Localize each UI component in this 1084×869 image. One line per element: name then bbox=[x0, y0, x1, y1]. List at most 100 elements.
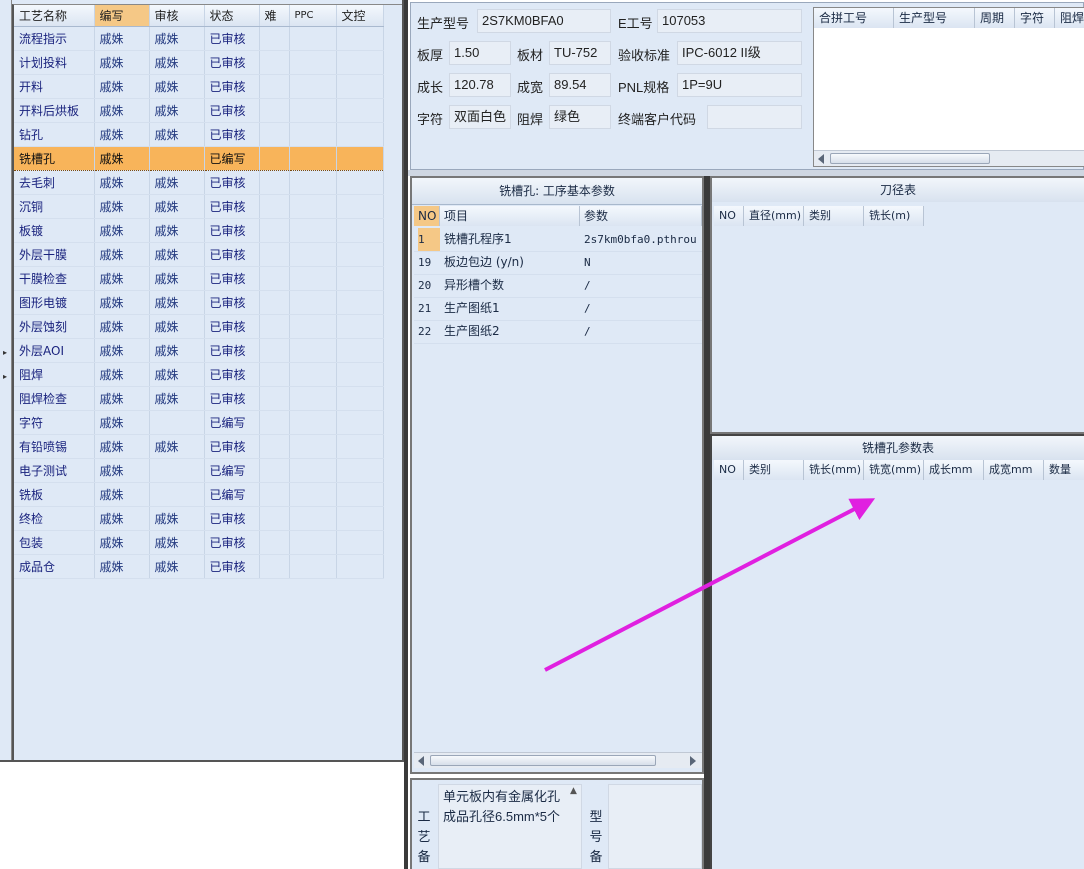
ppc-cell[interactable] bbox=[289, 50, 337, 75]
col-header-status[interactable]: 状态 bbox=[204, 5, 260, 27]
standard-field[interactable]: IPC-6012 II级 bbox=[677, 41, 802, 65]
scroll-up-icon[interactable]: ▲ bbox=[570, 786, 577, 796]
ppc-cell[interactable] bbox=[289, 170, 337, 195]
param-value-cell[interactable]: / bbox=[584, 320, 702, 343]
reviewer-cell[interactable]: 戚姝 bbox=[149, 218, 205, 243]
ppc-cell[interactable] bbox=[289, 458, 337, 483]
process-name-cell[interactable]: 外层蚀刻 bbox=[14, 314, 95, 339]
col-header-reviewer[interactable]: 审核 bbox=[149, 5, 205, 27]
difficulty-cell[interactable] bbox=[259, 554, 290, 579]
doc-control-cell[interactable] bbox=[336, 530, 384, 555]
param-no-cell[interactable]: 19 bbox=[418, 251, 440, 274]
ppc-cell[interactable] bbox=[289, 194, 337, 219]
ppc-cell[interactable] bbox=[289, 434, 337, 459]
process-name-cell[interactable]: 开料 bbox=[14, 74, 95, 99]
ppc-cell[interactable] bbox=[289, 482, 337, 507]
editor-cell[interactable]: 戚姝 bbox=[94, 26, 150, 51]
difficulty-cell[interactable] bbox=[259, 266, 290, 291]
col-header-mill-length[interactable]: 铣长(mm) bbox=[804, 460, 864, 480]
process-name-cell[interactable]: 终检 bbox=[14, 506, 95, 531]
editor-cell[interactable]: 戚姝 bbox=[94, 74, 150, 99]
process-row[interactable]: 包装 戚姝 戚姝 已审核 bbox=[14, 530, 384, 555]
doc-control-cell[interactable] bbox=[336, 338, 384, 363]
param-row[interactable]: 21 生产图纸1 / bbox=[414, 297, 702, 321]
difficulty-cell[interactable] bbox=[259, 98, 290, 123]
editor-cell[interactable]: 戚姝 bbox=[94, 122, 150, 147]
difficulty-cell[interactable] bbox=[259, 362, 290, 387]
status-cell[interactable]: 已审核 bbox=[204, 554, 260, 579]
difficulty-cell[interactable] bbox=[259, 170, 290, 195]
editor-cell[interactable]: 戚姝 bbox=[94, 434, 150, 459]
difficulty-cell[interactable] bbox=[259, 386, 290, 411]
reviewer-cell[interactable]: 戚姝 bbox=[149, 362, 205, 387]
editor-cell[interactable]: 戚姝 bbox=[94, 242, 150, 267]
doc-control-cell[interactable] bbox=[336, 362, 384, 387]
eno-field[interactable]: 107053 bbox=[657, 9, 802, 33]
col-header-value[interactable]: 参数 bbox=[580, 206, 702, 226]
reviewer-cell[interactable]: 戚姝 bbox=[149, 26, 205, 51]
status-cell[interactable]: 已审核 bbox=[204, 434, 260, 459]
status-cell[interactable]: 已审核 bbox=[204, 530, 260, 555]
reviewer-cell[interactable]: 戚姝 bbox=[149, 50, 205, 75]
reviewer-cell[interactable]: 戚姝 bbox=[149, 434, 205, 459]
difficulty-cell[interactable] bbox=[259, 242, 290, 267]
process-row[interactable]: 铣板 戚姝 已编写 bbox=[14, 482, 384, 507]
process-row[interactable]: 外层AOI 戚姝 戚姝 已审核 bbox=[14, 338, 384, 363]
splitter-handle-icon-2[interactable]: ▸ bbox=[3, 372, 7, 381]
process-row[interactable]: 阻焊 戚姝 戚姝 已审核 bbox=[14, 362, 384, 387]
reviewer-cell[interactable]: 戚姝 bbox=[149, 314, 205, 339]
difficulty-cell[interactable] bbox=[259, 50, 290, 75]
process-row[interactable]: 字符 戚姝 已编写 bbox=[14, 410, 384, 435]
ppc-cell[interactable] bbox=[289, 218, 337, 243]
process-row[interactable]: 干膜检查 戚姝 戚姝 已审核 bbox=[14, 266, 384, 291]
param-row[interactable]: 22 生产图纸2 / bbox=[414, 320, 702, 344]
col-header-merge-mask[interactable]: 阻焊 bbox=[1055, 8, 1084, 28]
process-row[interactable]: 图形电镀 戚姝 戚姝 已审核 bbox=[14, 290, 384, 315]
material-field[interactable]: TU-752 bbox=[549, 41, 611, 65]
reviewer-cell[interactable]: 戚姝 bbox=[149, 194, 205, 219]
status-cell[interactable]: 已审核 bbox=[204, 74, 260, 99]
scroll-right-icon[interactable] bbox=[690, 756, 696, 766]
doc-control-cell[interactable] bbox=[336, 314, 384, 339]
process-name-cell[interactable]: 包装 bbox=[14, 530, 95, 555]
doc-control-cell[interactable] bbox=[336, 266, 384, 291]
col-header-merge-job[interactable]: 合拼工号 bbox=[814, 8, 894, 28]
process-name-cell[interactable]: 外层干膜 bbox=[14, 242, 95, 267]
param-item-cell[interactable]: 生产图纸2 bbox=[444, 320, 578, 343]
scroll-left-icon[interactable] bbox=[818, 154, 824, 164]
process-row[interactable]: 外层蚀刻 戚姝 戚姝 已审核 bbox=[14, 314, 384, 339]
merge-job-grid[interactable]: 合拼工号 生产型号 周期 字符 阻焊 bbox=[813, 7, 1084, 167]
reviewer-cell[interactable] bbox=[149, 482, 205, 507]
editor-cell[interactable]: 戚姝 bbox=[94, 530, 150, 555]
ppc-cell[interactable] bbox=[289, 314, 337, 339]
editor-cell[interactable]: 戚姝 bbox=[94, 386, 150, 411]
length-field[interactable]: 120.78 bbox=[449, 73, 511, 97]
doc-control-cell[interactable] bbox=[336, 26, 384, 51]
editor-cell[interactable]: 戚姝 bbox=[94, 50, 150, 75]
param-no-cell[interactable]: 22 bbox=[418, 320, 440, 343]
ppc-cell[interactable] bbox=[289, 122, 337, 147]
width-field[interactable]: 89.54 bbox=[549, 73, 611, 97]
difficulty-cell[interactable] bbox=[259, 146, 290, 171]
status-cell[interactable]: 已审核 bbox=[204, 362, 260, 387]
editor-cell[interactable]: 戚姝 bbox=[94, 314, 150, 339]
process-row[interactable]: 去毛刺 戚姝 戚姝 已审核 bbox=[14, 170, 384, 195]
difficulty-cell[interactable] bbox=[259, 74, 290, 99]
col-header-doc-control[interactable]: 文控 bbox=[336, 5, 384, 27]
doc-control-cell[interactable] bbox=[336, 386, 384, 411]
param-no-cell[interactable]: 1 bbox=[418, 228, 440, 251]
reviewer-cell[interactable]: 戚姝 bbox=[149, 122, 205, 147]
col-header-mill-no[interactable]: NO bbox=[714, 460, 744, 480]
process-name-cell[interactable]: 成品仓 bbox=[14, 554, 95, 579]
difficulty-cell[interactable] bbox=[259, 122, 290, 147]
ppc-cell[interactable] bbox=[289, 98, 337, 123]
col-header-ppc[interactable]: PPC bbox=[289, 5, 337, 27]
doc-control-cell[interactable] bbox=[336, 482, 384, 507]
process-name-cell[interactable]: 外层AOI bbox=[14, 338, 95, 363]
col-header-merge-model[interactable]: 生产型号 bbox=[894, 8, 975, 28]
param-row[interactable]: 20 异形槽个数 / bbox=[414, 274, 702, 298]
process-grid[interactable]: 工艺名称 编写 审核 状态 难 PPC 文控 流程指示 戚姝 戚姝 已审核 计划投料 戚姝… bbox=[12, 4, 402, 760]
status-cell[interactable]: 已审核 bbox=[204, 194, 260, 219]
customer-code-field[interactable] bbox=[707, 105, 802, 129]
reviewer-cell[interactable] bbox=[149, 410, 205, 435]
